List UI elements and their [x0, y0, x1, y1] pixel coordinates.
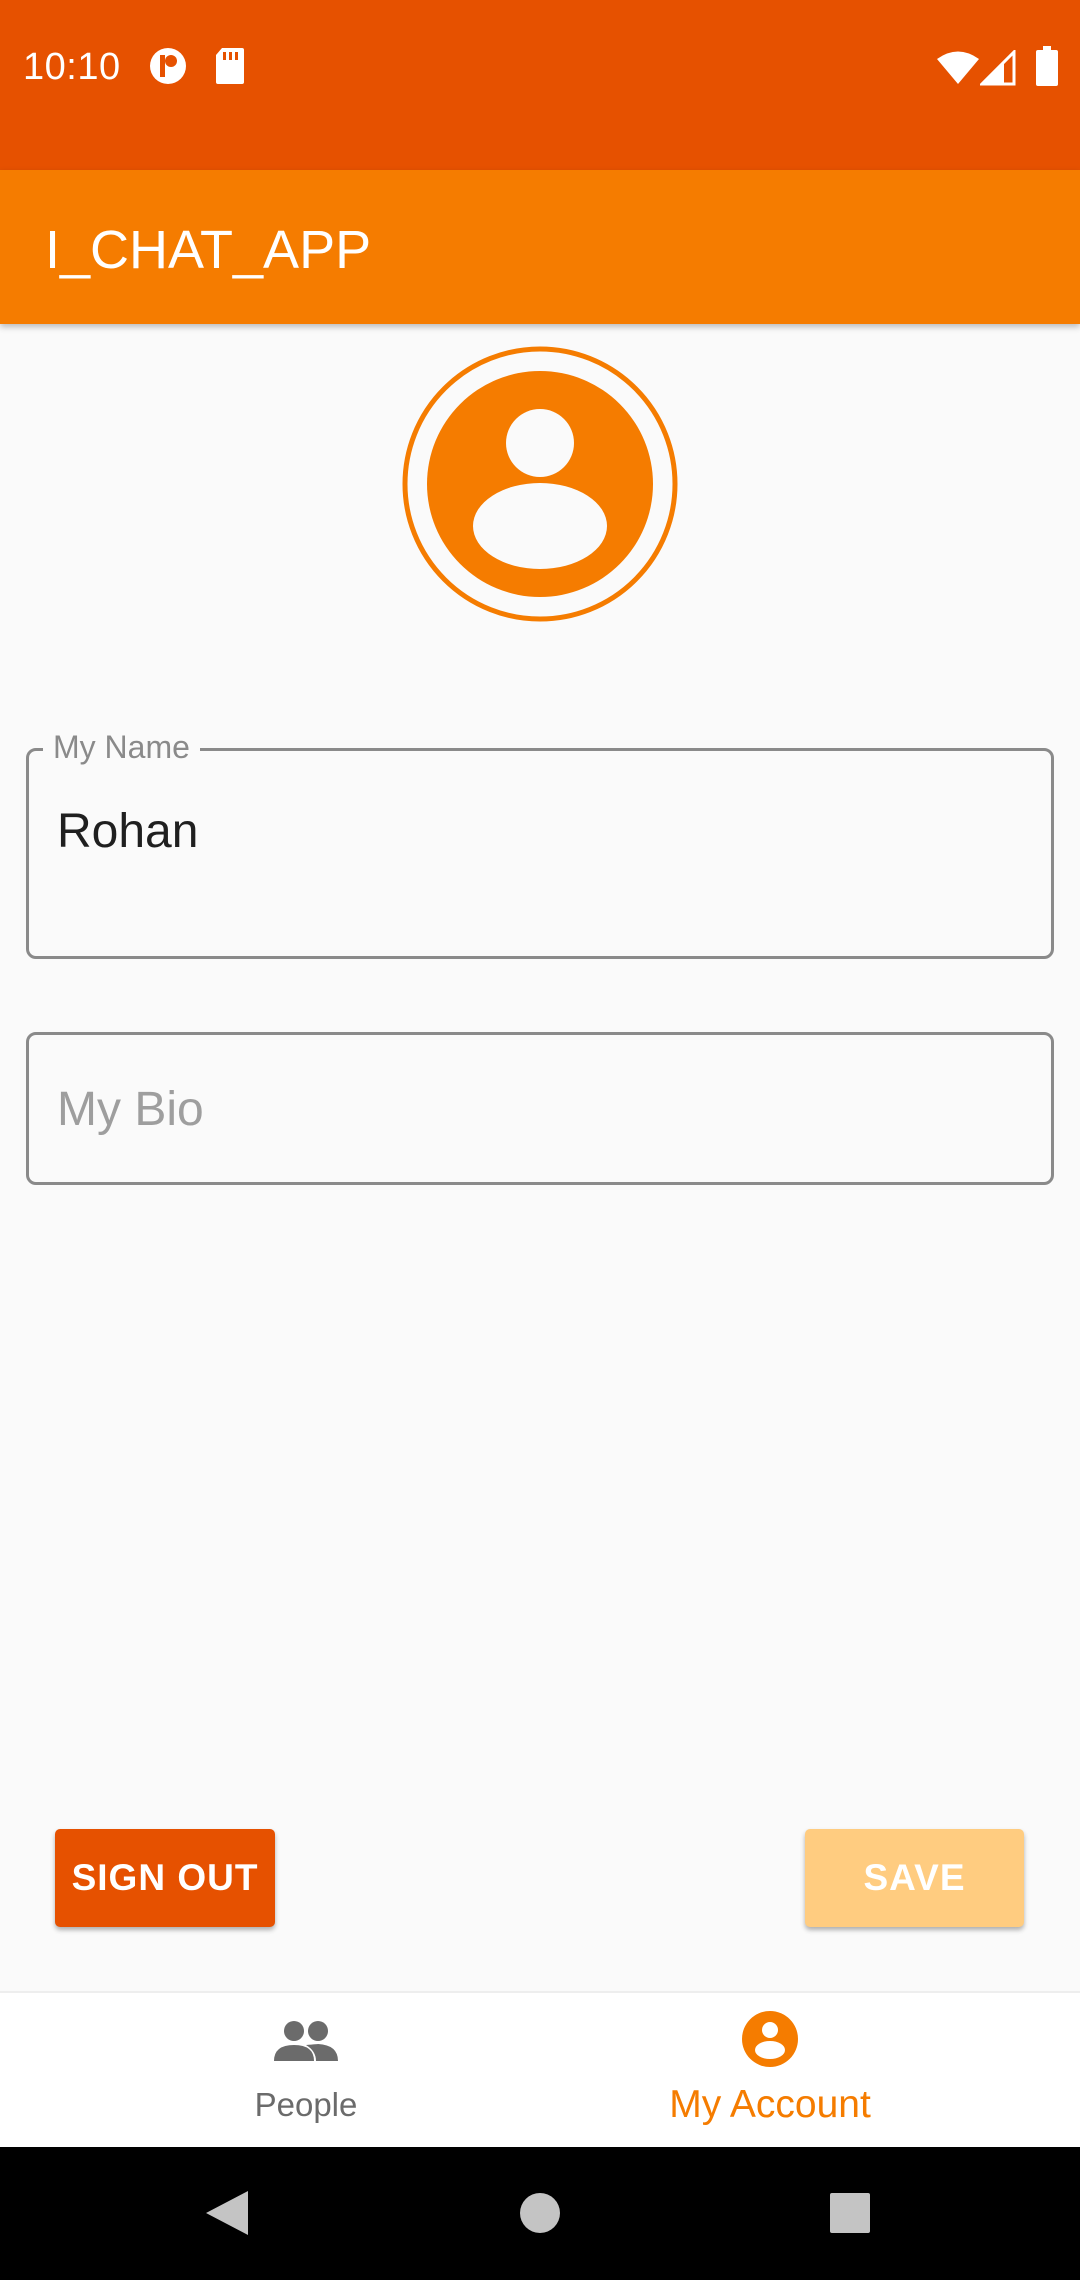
status-bar: 10:10	[0, 0, 1080, 170]
nav-item-my-account[interactable]: My Account	[500, 1993, 1040, 2149]
sign-out-button[interactable]: SIGN OUT	[55, 1829, 275, 1927]
profile-avatar[interactable]	[402, 346, 678, 622]
app-bar: I_CHAT_APP	[0, 170, 1080, 324]
sd-card-icon	[216, 48, 244, 84]
account-circle-icon	[742, 2011, 798, 2067]
back-icon[interactable]	[186, 2173, 266, 2253]
signal-icon	[980, 50, 1016, 86]
bio-field	[26, 1032, 1054, 1185]
app-title: I_CHAT_APP	[45, 220, 372, 280]
bio-input[interactable]	[57, 1079, 1017, 1139]
status-time: 10:10	[23, 46, 121, 88]
wifi-icon	[937, 51, 979, 84]
bottom-navigation: People My Account	[0, 1991, 1080, 2149]
save-button[interactable]: SAVE	[805, 1829, 1024, 1927]
notification-icon	[150, 48, 186, 84]
nav-item-my-account-label: My Account	[669, 2083, 871, 2126]
name-field-label: My Name	[43, 727, 200, 767]
name-field: My Name	[26, 727, 1054, 959]
people-icon	[274, 2021, 338, 2061]
system-navigation-bar	[0, 2147, 1080, 2280]
battery-icon	[1036, 46, 1058, 86]
nav-item-people-label: People	[254, 2086, 358, 2123]
home-icon[interactable]	[500, 2173, 580, 2253]
name-input[interactable]	[57, 801, 1017, 861]
account-circle-icon	[402, 346, 678, 622]
recents-icon[interactable]	[810, 2173, 890, 2253]
nav-item-people[interactable]: People	[36, 1993, 576, 2149]
